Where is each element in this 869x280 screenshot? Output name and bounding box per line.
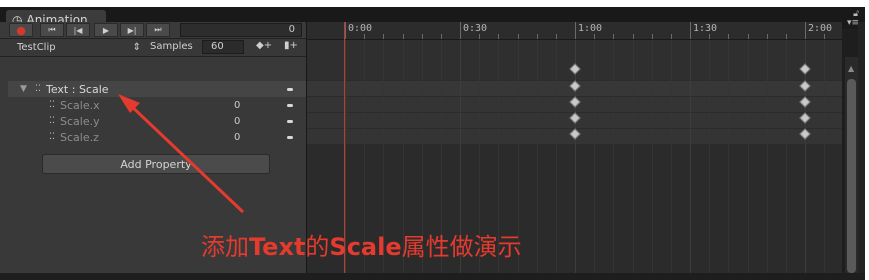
annotation-text-word: Text: [249, 233, 306, 261]
annotation-post: 属性做演示: [401, 233, 522, 261]
annotation-scale-word: Scale: [329, 233, 402, 261]
annotation-caption: 添加Text的Scale属性做演示: [201, 227, 522, 262]
annotation-pre: 添加: [201, 233, 249, 261]
annotation-mid: 的: [305, 233, 330, 261]
